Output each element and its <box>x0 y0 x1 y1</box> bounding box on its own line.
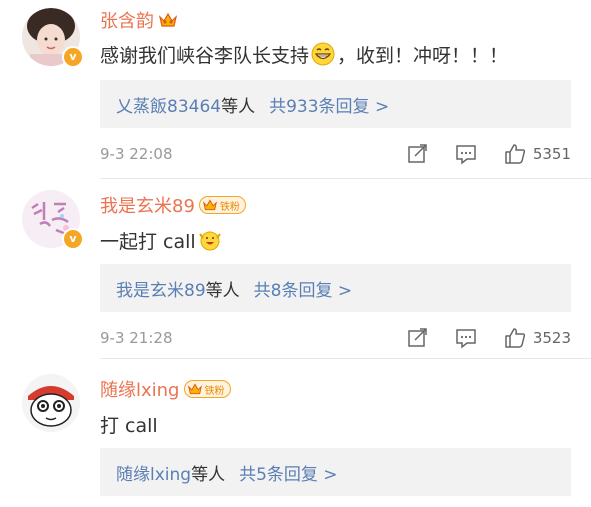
avatar[interactable]: v <box>22 190 84 250</box>
divider <box>100 358 591 359</box>
timestamp: 9-3 21:28 <box>100 329 173 347</box>
verified-badge-icon: v <box>62 46 84 68</box>
comment-item: 随缘lxing 铁粉 打 call 随缘lxing 等人 共5条回复 > <box>0 360 591 507</box>
comment-button[interactable] <box>455 143 477 165</box>
repost-icon <box>408 328 427 347</box>
replies-middle: 等人 <box>221 96 256 117</box>
replies-box[interactable]: 乂蒸飯83464 等人 共933条回复 > <box>100 80 571 128</box>
cheer-emoji <box>198 231 221 251</box>
replies-box[interactable]: 随缘lxing 等人 共5条回复 > <box>100 448 571 496</box>
replies-middle: 等人 <box>205 280 240 301</box>
verified-badge-icon: v <box>62 228 84 250</box>
username[interactable]: 我是玄米89 <box>100 192 195 218</box>
comment-item: v 张含韵 感谢我们峡谷李队长支持 ，收到！冲呀！！！ 乂蒸飯83464 等人 … <box>0 0 591 180</box>
replies-box[interactable]: 我是玄米89 等人 共8条回复 > <box>100 264 571 312</box>
replies-total[interactable]: 共933条回复 > <box>269 92 389 117</box>
divider <box>100 178 591 179</box>
repost-button[interactable] <box>407 327 429 349</box>
like-button[interactable]: 3523 <box>503 326 571 350</box>
replies-total[interactable]: 共8条回复 > <box>254 276 352 301</box>
comment-icon <box>456 145 476 165</box>
replies-middle: 等人 <box>191 464 226 485</box>
comment-text: 一起打 call <box>100 230 196 253</box>
username[interactable]: 随缘lxing <box>100 376 180 402</box>
replies-users[interactable]: 我是玄米89 <box>116 276 206 301</box>
repost-icon <box>408 144 427 163</box>
like-count: 3523 <box>532 329 571 347</box>
username[interactable]: 张含韵 <box>100 7 154 33</box>
timestamp: 9-3 22:08 <box>100 145 173 163</box>
replies-users[interactable]: 乂蒸飯83464 <box>116 92 221 117</box>
fan-badge: 铁粉 <box>183 380 231 398</box>
comment-icon <box>456 329 476 349</box>
comment-item: v 我是玄米89 铁粉 一起打 call 我是玄米89 等人 共8条回复 > 9… <box>0 180 591 360</box>
crown-icon <box>158 12 178 27</box>
comment-text: 感谢我们峡谷李队长支持 <box>100 44 310 67</box>
crown-icon <box>187 383 202 395</box>
replies-total[interactable]: 共5条回复 > <box>239 460 337 485</box>
like-icon <box>505 328 525 348</box>
avatar[interactable]: v <box>22 8 84 68</box>
like-count: 5351 <box>532 145 571 163</box>
repost-button[interactable] <box>407 143 429 165</box>
like-icon <box>505 144 525 164</box>
grin-emoji <box>311 42 335 66</box>
crown-icon <box>202 199 217 211</box>
comment-button[interactable] <box>455 327 477 349</box>
like-button[interactable]: 5351 <box>503 142 571 166</box>
fan-badge: 铁粉 <box>198 196 246 214</box>
avatar[interactable] <box>22 374 80 432</box>
comment-text-after: ，收到！冲呀！！！ <box>337 44 509 67</box>
replies-users[interactable]: 随缘lxing <box>116 460 191 485</box>
comment-text: 打 call <box>100 414 158 437</box>
